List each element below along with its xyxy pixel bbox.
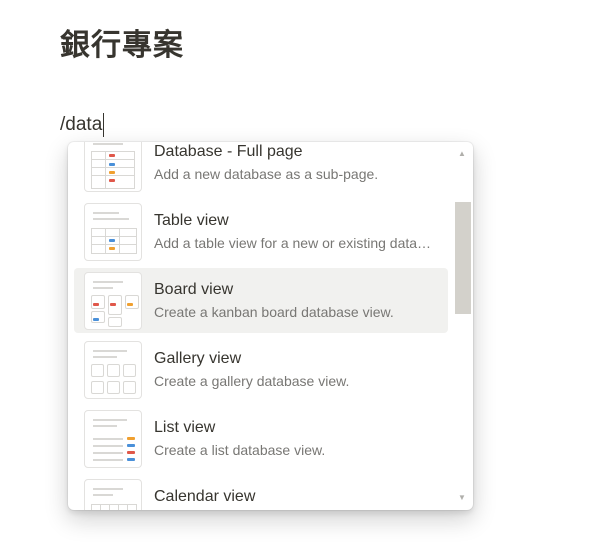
gallery-view-icon: [84, 341, 142, 399]
menu-item-title: Gallery view: [154, 350, 242, 367]
menu-item-table-view[interactable]: Table view Add a table view for a new or…: [74, 199, 448, 264]
page-title[interactable]: 銀行專案: [60, 20, 184, 64]
menu-item-title: List view: [154, 419, 216, 436]
scroll-down-arrow-icon[interactable]: ▼: [458, 494, 466, 502]
menu-item-title: Table view: [154, 212, 229, 229]
menu-item-description: Create a list database view.: [154, 442, 326, 458]
slash-command-menu: Database - Full page Add a new database …: [68, 142, 473, 510]
database-full-page-icon: [84, 142, 142, 192]
menu-item-description: Create a kanban board database view.: [154, 304, 394, 320]
menu-item-database-full-page[interactable]: Database - Full page Add a new database …: [74, 142, 448, 195]
scrollbar-thumb[interactable]: [455, 202, 471, 314]
menu-item-list-view[interactable]: List view Create a list database view.: [74, 406, 448, 471]
text-caret: [103, 113, 105, 137]
menu-list: Database - Full page Add a new database …: [68, 142, 454, 510]
menu-item-calendar-view[interactable]: Calendar view: [74, 475, 448, 510]
command-input[interactable]: /data: [60, 113, 105, 137]
menu-item-description: Add a new database as a sub-page.: [154, 166, 379, 182]
calendar-view-icon: [84, 479, 142, 510]
menu-item-title: Board view: [154, 281, 234, 298]
menu-item-board-view[interactable]: Board view Create a kanban board databas…: [74, 268, 448, 333]
scroll-up-arrow-icon[interactable]: ▲: [458, 150, 466, 158]
board-view-icon: [84, 272, 142, 330]
menu-item-description: Add a table view for a new or existing d…: [154, 235, 432, 251]
command-text: /data: [60, 114, 103, 135]
table-view-icon: [84, 203, 142, 261]
menu-scrollbar[interactable]: ▲ ▼: [453, 142, 473, 510]
list-view-icon: [84, 410, 142, 468]
menu-item-description: Create a gallery database view.: [154, 373, 350, 389]
menu-item-title: Calendar view: [154, 488, 256, 505]
menu-item-title: Database - Full page: [154, 143, 303, 160]
menu-item-gallery-view[interactable]: Gallery view Create a gallery database v…: [74, 337, 448, 402]
